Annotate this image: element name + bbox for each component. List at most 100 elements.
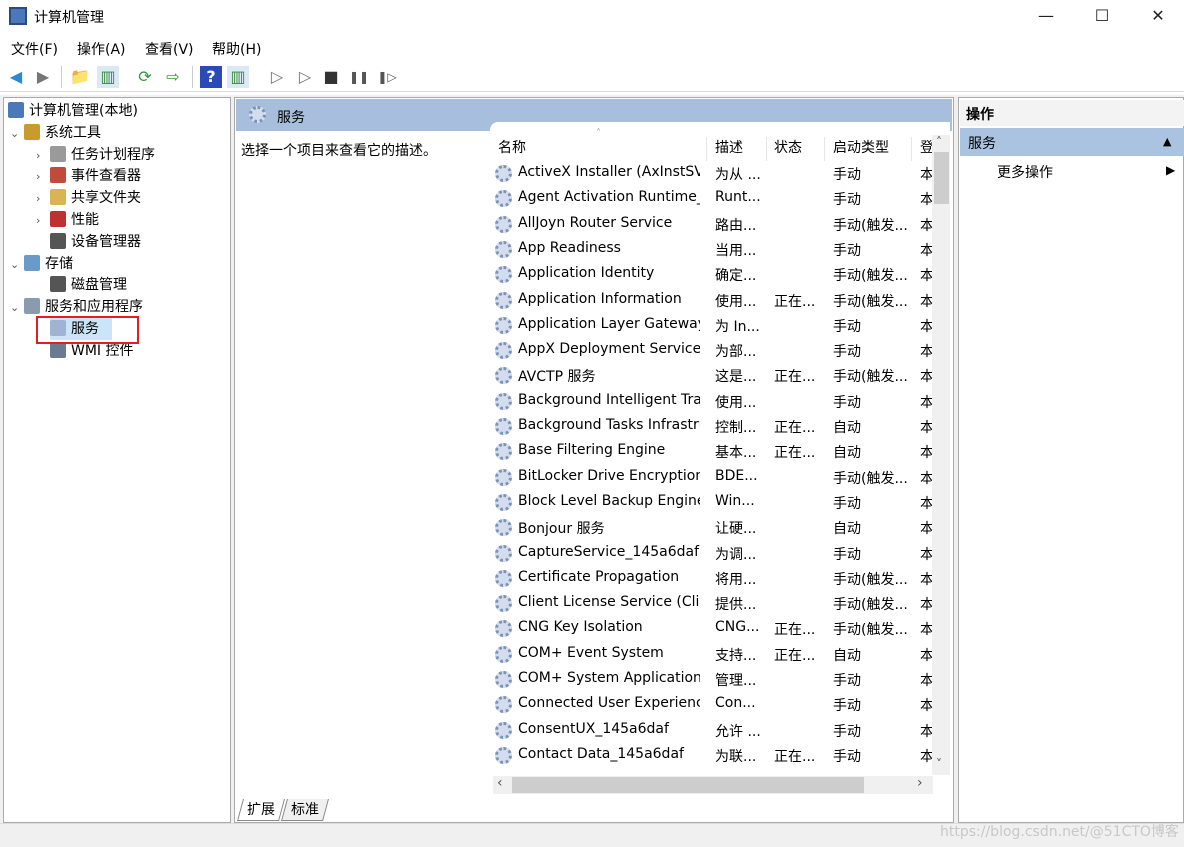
column-header-name[interactable]: 名称 (493, 137, 707, 161)
service-logon: 本 (920, 420, 932, 436)
service-row[interactable]: BitLocker Drive Encryption ... BDE... 手动(触… (493, 465, 933, 490)
tree-item[interactable]: › 共享文件夹 (36, 187, 141, 209)
service-gear-icon (495, 266, 512, 284)
export-list-icon[interactable]: ⇨ (162, 66, 184, 88)
service-logon: 本 (920, 217, 932, 234)
column-header-description[interactable]: 描述 (707, 137, 767, 161)
stop-service-icon[interactable]: ■ (320, 66, 342, 88)
service-row[interactable]: CNG Key Isolation CNG... 正在... 手动(触发... 本 (493, 616, 933, 641)
menu-view[interactable]: 查看(V) (145, 39, 194, 59)
menu-help[interactable]: 帮助(H) (212, 39, 261, 59)
tab-extended[interactable]: 扩展 (237, 799, 285, 821)
column-header-startup-type[interactable]: 启动类型 (825, 137, 912, 161)
service-description: 为 In... (715, 318, 760, 335)
service-row[interactable]: Background Intelligent Tra... 使用... 手动 本 (493, 389, 933, 414)
service-row[interactable]: Connected User Experienc... Con... 手动 本 (493, 692, 933, 717)
vertical-scrollbar[interactable] (932, 135, 950, 775)
expand-icon[interactable]: ⌄ (10, 297, 24, 319)
tree-item-label: 存储 (45, 255, 73, 272)
service-row[interactable]: Application Information 使用... 正在... 手动(触发..… (493, 288, 933, 313)
service-row[interactable]: ActiveX Installer (AxInstSV) 为从 ... 手动 本 (493, 161, 933, 186)
service-name: Background Tasks Infrastru... (518, 417, 700, 433)
column-header-status[interactable]: 状态 (767, 137, 825, 161)
tree-item[interactable]: › 任务计划程序 (36, 144, 155, 166)
restart-service-icon[interactable]: ❚▷ (376, 66, 398, 88)
service-startup-type: 手动(触发... (833, 470, 908, 487)
more-actions-item[interactable]: 更多操作 (997, 162, 1053, 182)
tree-item[interactable]: ⌄ 服务和应用程序 (10, 296, 143, 318)
service-logon: 本 (920, 318, 932, 335)
actions-section-services[interactable]: 服务 (960, 128, 1184, 156)
service-row[interactable]: Application Layer Gateway ... 为 In... 手动 本 (493, 313, 933, 338)
service-row[interactable]: AVCTP 服务 这是... 正在... 手动(触发... 本 (493, 363, 933, 388)
service-row[interactable]: COM+ System Application 管理... 手动 本 (493, 667, 933, 692)
vertical-scroll-thumb[interactable] (934, 152, 949, 204)
scroll-left-icon[interactable]: ‹ (497, 775, 503, 791)
back-icon[interactable]: ◀ (5, 66, 27, 88)
service-row[interactable]: Base Filtering Engine 基本... 正在... 自动 本 (493, 439, 933, 464)
close-button[interactable]: ✕ (1130, 0, 1184, 32)
maximize-button[interactable]: ☐ (1074, 0, 1130, 32)
service-gear-icon (495, 645, 512, 663)
expand-icon[interactable]: › (36, 145, 50, 167)
service-row[interactable]: CaptureService_145a6daf 为调... 手动 本 (493, 541, 933, 566)
service-row[interactable]: ConsentUX_145a6daf 允许 ... 手动 本 (493, 718, 933, 743)
tree-item-label: 共享文件夹 (71, 190, 141, 207)
refresh-icon[interactable]: ⟳ (134, 66, 156, 88)
collapse-icon[interactable]: ▲ (1163, 135, 1171, 148)
service-row[interactable]: Client License Service (Clip... 提供... 手动(触… (493, 591, 933, 616)
service-startup-type: 手动 (833, 546, 861, 563)
service-gear-icon (495, 190, 512, 208)
tree-item[interactable]: ⌄ 存储 (10, 253, 73, 275)
tree-item[interactable]: 磁盘管理 (36, 274, 127, 296)
expand-icon[interactable]: › (36, 188, 50, 210)
scroll-right-icon[interactable]: › (917, 775, 923, 791)
scroll-down-icon[interactable]: ˅ (936, 757, 942, 771)
service-row[interactable]: Block Level Backup Engine ... Win... 手动 本 (493, 490, 933, 515)
service-row[interactable]: Certificate Propagation 将用... 手动(触发... 本 (493, 566, 933, 591)
up-folder-icon[interactable]: 📁 (69, 66, 91, 88)
service-row[interactable]: Agent Activation Runtime_... Runt... 手动 本 (493, 186, 933, 211)
service-row[interactable]: AppX Deployment Service ... 为部... 手动 本 (493, 338, 933, 363)
tree-item[interactable]: ⌄ 系统工具 (10, 122, 101, 144)
scroll-up-icon[interactable]: ˄ (936, 135, 942, 149)
service-logon: 本 (920, 268, 932, 285)
tree-item[interactable]: › 性能 (36, 209, 99, 231)
expand-icon[interactable]: ⌄ (10, 123, 24, 145)
service-row[interactable]: COM+ Event System 支持... 正在... 自动 本 (493, 642, 933, 667)
service-status: 正在... (774, 622, 816, 639)
column-header-logon[interactable]: 登 (912, 137, 932, 161)
service-name: Background Intelligent Tra... (518, 391, 700, 408)
expand-icon[interactable]: ⌄ (10, 254, 24, 276)
service-name: Connected User Experienc... (518, 695, 700, 712)
tree-node-icon (50, 189, 66, 206)
computer-management-icon (9, 7, 27, 25)
horizontal-scroll-thumb[interactable] (512, 777, 864, 793)
service-row[interactable]: Application Identity 确定... 手动(触发... 本 (493, 262, 933, 287)
expand-icon[interactable]: › (36, 210, 50, 232)
tree-item[interactable]: › 事件查看器 (36, 165, 141, 187)
pause-service-icon[interactable]: ❚❚ (348, 66, 370, 88)
service-row[interactable]: AllJoyn Router Service 路由... 手动(触发... 本 (493, 212, 933, 237)
help-icon[interactable]: ? (200, 66, 222, 88)
service-row[interactable]: Bonjour 服务 让硬... 自动 本 (493, 515, 933, 540)
service-name: ConsentUX_145a6daf (518, 720, 669, 737)
menu-file[interactable]: 文件(F) (11, 39, 58, 59)
start-service-icon[interactable]: ▷ (266, 66, 288, 88)
tab-standard[interactable]: 标准 (281, 799, 329, 821)
show-action-pane-icon[interactable]: ▥ (227, 66, 249, 88)
service-row[interactable]: Contact Data_145a6daf 为联... 正在... 手动 本 (493, 743, 933, 768)
service-row[interactable]: App Readiness 当用... 手动 本 (493, 237, 933, 262)
start-service-alt-icon[interactable]: ▷ (294, 66, 316, 88)
minimize-button[interactable]: — (1018, 0, 1074, 32)
forward-icon[interactable]: ▶ (32, 66, 54, 88)
menu-action[interactable]: 操作(A) (77, 39, 126, 59)
show-hide-tree-icon[interactable]: ▥ (97, 66, 119, 88)
service-row[interactable]: Background Tasks Infrastru... 控制... 正在... 自… (493, 414, 933, 439)
tree-item[interactable]: 计算机管理(本地) (8, 100, 138, 122)
service-status: 正在... (774, 647, 816, 664)
tree-node-icon (50, 276, 66, 293)
tree-item[interactable]: 设备管理器 (36, 231, 141, 253)
service-gear-icon (495, 746, 512, 764)
expand-icon[interactable]: › (36, 166, 50, 188)
